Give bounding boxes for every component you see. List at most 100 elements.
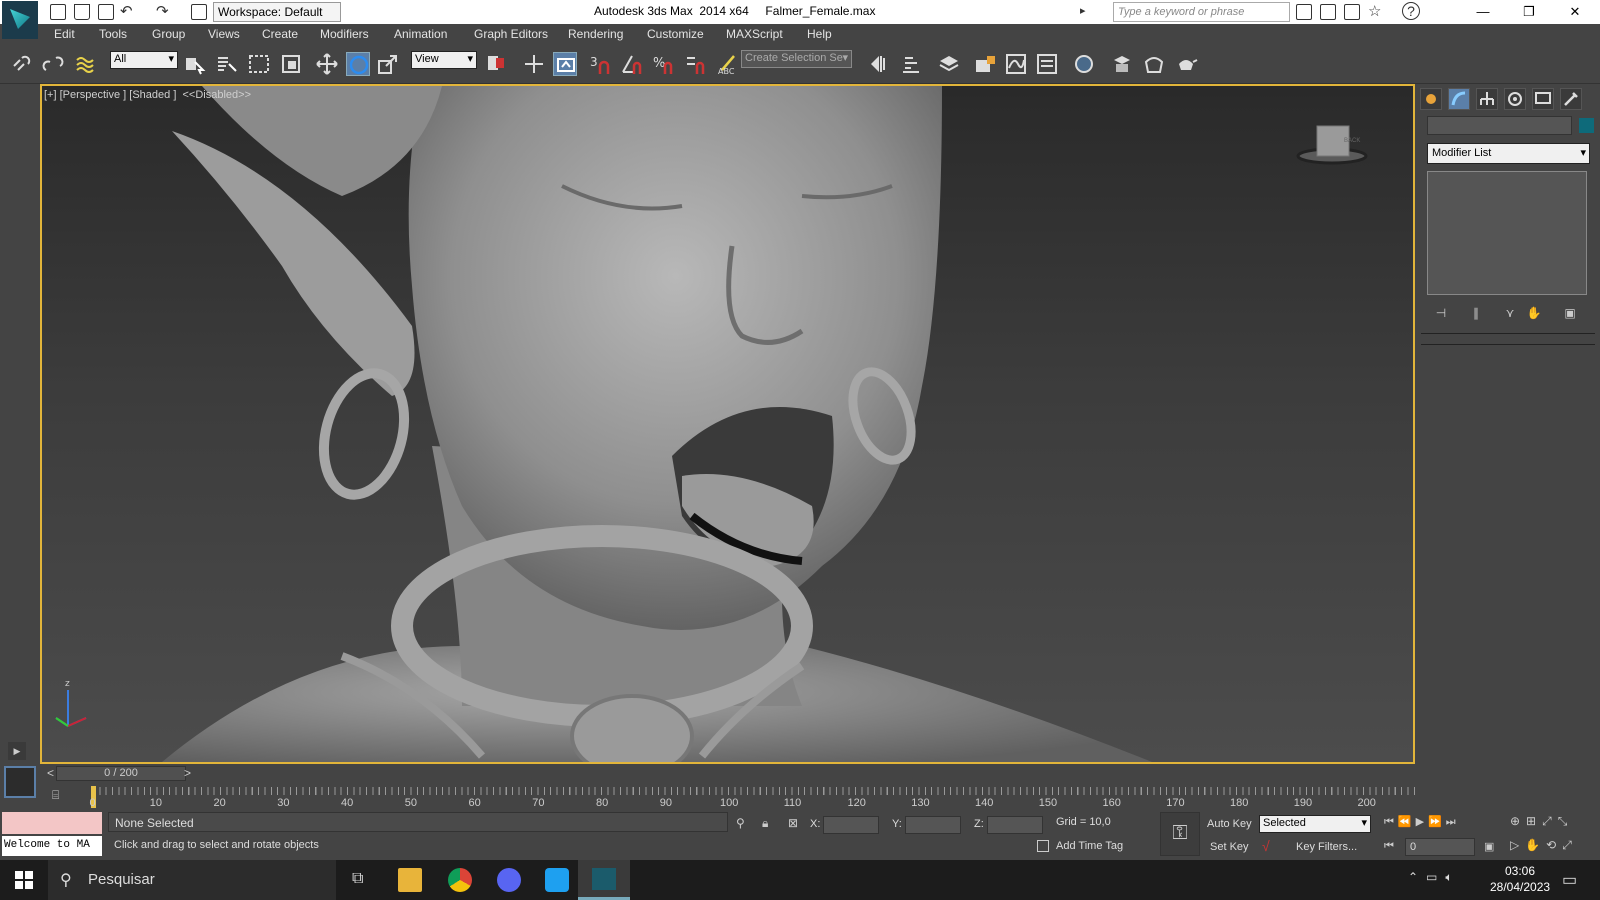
- curve-editor-icon[interactable]: [1004, 52, 1028, 76]
- default-tangent-icon[interactable]: √: [1262, 838, 1270, 854]
- isolate-icon[interactable]: ⚲: [736, 816, 745, 830]
- menu-modifiers[interactable]: Modifiers: [320, 27, 369, 41]
- viewcube-label[interactable]: BACK: [1344, 138, 1360, 144]
- rectangular-selection-icon[interactable]: [247, 52, 271, 76]
- reference-coordinate-dropdown[interactable]: View: [411, 51, 477, 69]
- keyboard-shortcut-override-icon[interactable]: [553, 52, 577, 76]
- z-coordinate-field[interactable]: [987, 816, 1043, 834]
- move-icon[interactable]: [315, 52, 339, 76]
- material-editor-icon[interactable]: [1072, 52, 1096, 76]
- configure-modifier-sets-icon[interactable]: ▣: [1560, 306, 1580, 322]
- file-explorer-icon[interactable]: [398, 868, 422, 892]
- motion-tab-icon[interactable]: [1504, 88, 1526, 110]
- pin-stack-icon[interactable]: ⊣: [1431, 306, 1451, 322]
- tools-icon[interactable]: [1320, 4, 1336, 20]
- discord-icon[interactable]: [497, 868, 521, 892]
- workspace-dropdown[interactable]: Workspace: Default: [213, 2, 341, 22]
- named-selection-set-dropdown[interactable]: Create Selection Se: [741, 50, 852, 68]
- task-view-icon[interactable]: ⧉: [352, 870, 363, 888]
- time-tag-icon[interactable]: [1037, 840, 1049, 852]
- app-logo-icon[interactable]: [2, 1, 38, 39]
- object-name-field[interactable]: [1427, 116, 1572, 135]
- utilities-tab-icon[interactable]: [1560, 88, 1582, 110]
- undo-icon[interactable]: ↶: [120, 2, 133, 20]
- maxscript-listener-toggle-icon[interactable]: ▶: [8, 742, 26, 760]
- menu-help[interactable]: Help: [807, 27, 832, 41]
- pivot-center-icon[interactable]: [484, 52, 508, 76]
- binoculars-icon[interactable]: [1296, 4, 1312, 20]
- absolute-mode-icon[interactable]: ⊠: [788, 816, 798, 830]
- menu-group[interactable]: Group: [152, 27, 185, 41]
- mirror-icon[interactable]: [868, 52, 892, 76]
- percent-snap-icon[interactable]: %: [652, 52, 676, 76]
- create-tab-icon[interactable]: [1420, 88, 1442, 110]
- help-icon[interactable]: ?: [1402, 2, 1420, 20]
- layer-manager-icon[interactable]: [937, 52, 961, 76]
- redo-icon[interactable]: ↷: [156, 2, 169, 20]
- modifier-list-dropdown[interactable]: Modifier List: [1427, 143, 1590, 164]
- snap-toggle-icon[interactable]: 3: [588, 52, 612, 76]
- set-key-big-icon[interactable]: ⚿: [1160, 812, 1200, 856]
- window-crossing-icon[interactable]: [279, 52, 303, 76]
- unlink-icon[interactable]: [42, 52, 66, 76]
- communication-icon[interactable]: [1344, 4, 1360, 20]
- open-file-icon[interactable]: [74, 4, 90, 20]
- select-object-icon[interactable]: [183, 52, 207, 76]
- edit-named-selection-icon[interactable]: ABC: [716, 52, 740, 76]
- add-time-tag[interactable]: Add Time Tag: [1056, 840, 1123, 852]
- windows-start-icon[interactable]: [14, 870, 34, 890]
- zoom-controls[interactable]: ⊕⊞⤢⤡: [1510, 814, 1573, 829]
- navigation-controls[interactable]: ▷✋⟲⤢: [1510, 838, 1578, 853]
- menu-graph-editors[interactable]: Graph Editors: [474, 27, 548, 41]
- perspective-viewport[interactable]: z: [40, 84, 1415, 764]
- set-key-button[interactable]: Set Key: [1210, 841, 1249, 853]
- favorites-star-icon[interactable]: ☆: [1368, 2, 1381, 20]
- minimize-button[interactable]: —: [1460, 0, 1506, 24]
- spinner-snap-icon[interactable]: [684, 52, 708, 76]
- display-tab-icon[interactable]: [1532, 88, 1554, 110]
- maxscript-mini-listener[interactable]: [2, 812, 102, 834]
- rendered-frame-window-icon[interactable]: [1142, 52, 1166, 76]
- app-icon[interactable]: [545, 868, 569, 892]
- chrome-icon[interactable]: [448, 868, 472, 892]
- menu-views[interactable]: Views: [208, 27, 240, 41]
- schematic-view-icon[interactable]: [1035, 52, 1059, 76]
- modify-tab-icon[interactable]: [1448, 88, 1470, 110]
- time-slider[interactable]: 0 / 200: [56, 766, 186, 781]
- angle-snap-icon[interactable]: [620, 52, 644, 76]
- menu-tools[interactable]: Tools: [99, 27, 127, 41]
- menu-edit[interactable]: Edit: [54, 27, 75, 41]
- menu-create[interactable]: Create: [262, 27, 298, 41]
- search-expand-icon[interactable]: ▸: [1080, 4, 1086, 17]
- filmstrip-icon[interactable]: ⌸: [52, 788, 59, 803]
- key-filters-button[interactable]: Key Filters...: [1296, 841, 1357, 853]
- maxscript-output[interactable]: Welcome to MA: [2, 836, 102, 856]
- close-button[interactable]: ✕: [1552, 0, 1598, 24]
- auto-key-button[interactable]: Auto Key: [1207, 818, 1252, 830]
- lock-selection-icon[interactable]: 🔒︎: [762, 816, 768, 831]
- x-coordinate-field[interactable]: [823, 816, 879, 834]
- playback-controls[interactable]: ⏮⏪▶⏩⏭: [1384, 815, 1460, 829]
- system-tray-icons[interactable]: ⌃▭🔈︎: [1408, 870, 1461, 885]
- timeline-ticks[interactable]: [93, 787, 1417, 795]
- restore-button[interactable]: ❐: [1506, 0, 1552, 24]
- menu-rendering[interactable]: Rendering: [568, 27, 623, 41]
- select-by-name-icon[interactable]: [215, 52, 239, 76]
- make-unique-icon[interactable]: ⋎: [1500, 306, 1520, 322]
- menu-customize[interactable]: Customize: [647, 27, 704, 41]
- taskbar-clock[interactable]: 03:06 28/04/2023: [1490, 863, 1550, 895]
- taskbar-search[interactable]: Pesquisar: [48, 860, 336, 900]
- time-configuration-icon[interactable]: ▣: [1484, 840, 1494, 853]
- hierarchy-tab-icon[interactable]: [1476, 88, 1498, 110]
- scene-explorer-icon[interactable]: [973, 52, 997, 76]
- render-setup-icon[interactable]: [1110, 52, 1134, 76]
- mini-curve-editor-icon[interactable]: [4, 766, 36, 798]
- link-icon[interactable]: [10, 52, 34, 76]
- key-mode-toggle-icon[interactable]: ⏮: [1384, 840, 1394, 853]
- time-slider-prev-icon[interactable]: <: [47, 766, 54, 780]
- show-end-result-icon[interactable]: ∥: [1466, 306, 1486, 322]
- scale-icon[interactable]: [376, 52, 400, 76]
- save-icon[interactable]: [98, 4, 114, 20]
- modifier-stack[interactable]: [1427, 171, 1587, 295]
- manipulate-icon[interactable]: [522, 52, 546, 76]
